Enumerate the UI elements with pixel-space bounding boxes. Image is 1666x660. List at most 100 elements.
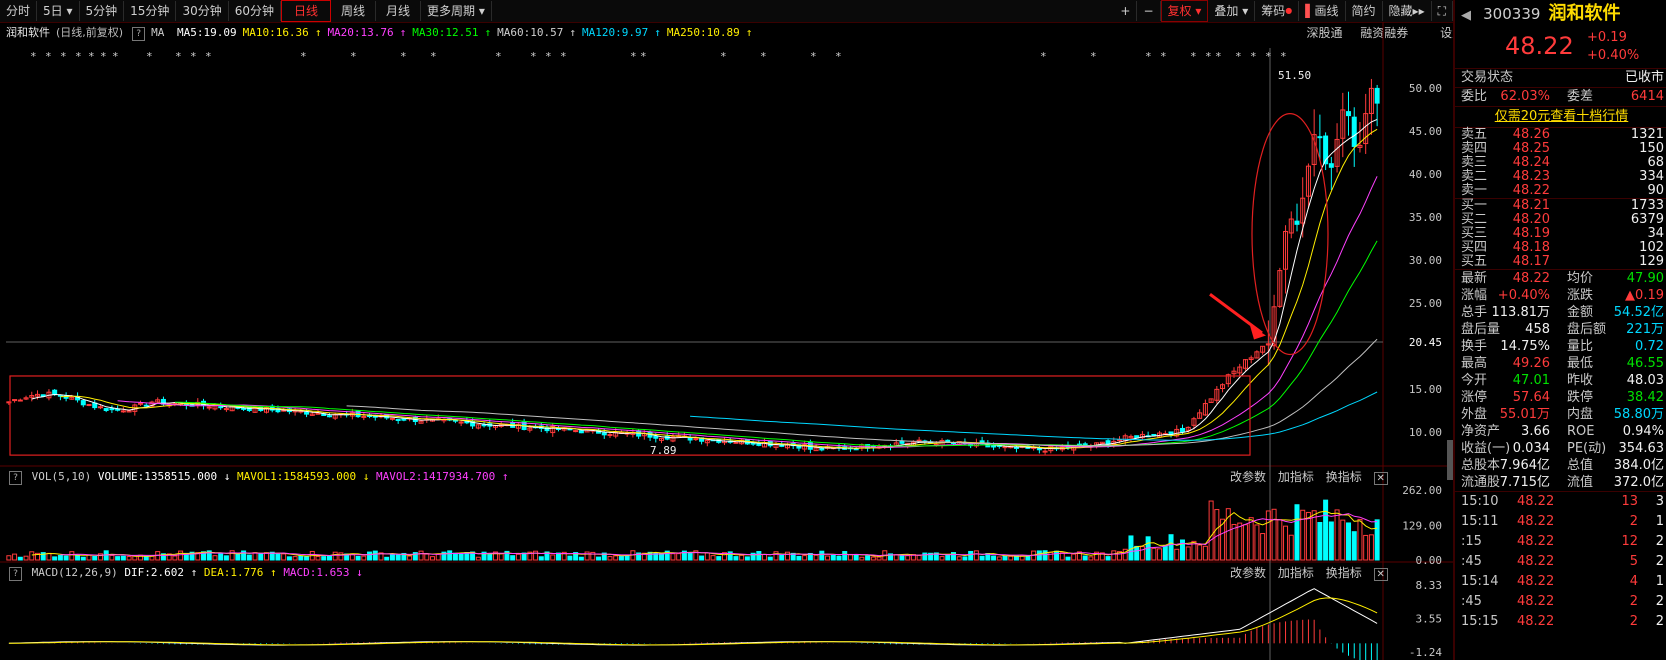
- panel-toggle-handle[interactable]: [1447, 440, 1453, 480]
- candle-body: [52, 389, 58, 395]
- event-marker: *: [205, 50, 212, 63]
- event-marker: *: [1190, 50, 1197, 63]
- volume-bar: [762, 553, 768, 561]
- ask-level-value: 48.22: [1512, 183, 1550, 198]
- volume-bar: [57, 555, 63, 561]
- macd-edit-params[interactable]: 改参数: [1230, 566, 1266, 580]
- event-marker: *: [60, 50, 67, 63]
- stat-row-label: 总股本: [1461, 458, 1501, 473]
- volume-bar: [355, 555, 361, 561]
- bid-book: 买一 48.21 1733 买二 48.20 6379 买三 48.19 34 买四 48.18 10…: [1455, 199, 1666, 269]
- volume-bar: [1340, 519, 1346, 561]
- current-price: 48.22: [1505, 32, 1574, 60]
- macd-add-indicator[interactable]: 加指标: [1278, 566, 1314, 580]
- stat-row-label: 最高: [1461, 356, 1488, 371]
- volume-bar: [281, 553, 287, 561]
- macd-links: 改参数 加指标 换指标 ✕: [1230, 565, 1388, 583]
- volume-bar: [372, 550, 378, 561]
- candle-body: [578, 430, 584, 434]
- quote-header: ◀ 300339 润和软件: [1455, 0, 1666, 28]
- volume-bar: [1048, 551, 1054, 561]
- help-icon[interactable]: ?: [9, 471, 22, 485]
- volume-bar: [258, 553, 264, 561]
- stat-row-label: 净资产: [1461, 424, 1501, 439]
- vol-add-indicator[interactable]: 加指标: [1278, 470, 1314, 484]
- tick-volume: 2: [1629, 594, 1638, 609]
- volume-bar: [1260, 533, 1266, 561]
- event-marker: *: [1205, 50, 1212, 63]
- volume-bar: [710, 555, 716, 561]
- tick-volume: 2: [1629, 514, 1638, 529]
- stat-row-value: 55.01万: [1499, 407, 1550, 422]
- stat-row-label2: 内盘: [1567, 407, 1594, 422]
- tick-row: :15 48.22 12 2: [1455, 532, 1666, 552]
- vol-edit-params[interactable]: 改参数: [1230, 470, 1266, 484]
- volume-axis-label: 0.00: [1416, 554, 1443, 567]
- macd-text: MACD:1.653: [283, 566, 350, 579]
- volume-bar: [899, 555, 905, 561]
- volume-bar: [515, 553, 521, 561]
- volume-bar: [1071, 553, 1077, 561]
- ask-level: 卖五 48.26 1321: [1455, 128, 1666, 142]
- tick-count: 3: [1655, 494, 1664, 509]
- volume-bar: [1357, 518, 1363, 561]
- order-ratio-value: 62.03%: [1500, 89, 1550, 104]
- price-axis-label: 20.45: [1409, 336, 1442, 349]
- stat-row: 总手 113.81万 金额 54.52亿: [1455, 304, 1666, 321]
- candle-body: [218, 406, 224, 409]
- volume-axis-label: 262.00: [1402, 484, 1442, 497]
- price-chart[interactable]: 262.00129.000.00 8.333.55-1.24 * * * * * * * * *…: [0, 0, 1453, 660]
- tick-volume: 4: [1629, 574, 1638, 589]
- stat-row-value: 113.81万: [1491, 305, 1551, 320]
- volume-bar: [332, 551, 338, 561]
- bid-level-label: 买五: [1461, 254, 1488, 269]
- volume-bar: [968, 550, 974, 561]
- volume-bar: [979, 555, 985, 561]
- bid-level: 买一 48.21 1733: [1455, 199, 1666, 213]
- vol-value-text: VOLUME:1358515.000: [97, 470, 218, 483]
- volume-bar: [447, 550, 453, 561]
- volume-bar: [12, 553, 18, 561]
- stock-name-large: 润和软件: [1548, 3, 1621, 24]
- stat-row-value2: 58.80万: [1613, 407, 1664, 422]
- close-icon[interactable]: ✕: [1373, 472, 1388, 485]
- candle-body: [138, 402, 144, 405]
- volume-bar: [17, 556, 23, 561]
- volume-bar: [945, 554, 951, 561]
- stat-row-label: 外盘: [1461, 407, 1488, 422]
- prev-stock-arrow-icon[interactable]: ◀: [1461, 8, 1471, 23]
- macd-axis-label: 3.55: [1416, 612, 1443, 625]
- close-icon[interactable]: ✕: [1373, 568, 1388, 581]
- macd-swap-indicator[interactable]: 换指标: [1326, 566, 1362, 580]
- event-marker: *: [560, 50, 567, 63]
- vol-swap-indicator[interactable]: 换指标: [1326, 470, 1362, 484]
- volume-bar: [487, 554, 493, 561]
- ask-level: 卖三 48.24 68: [1455, 156, 1666, 170]
- candle-body: [1036, 448, 1042, 451]
- event-marker: *: [112, 50, 119, 63]
- volume-bar: [338, 552, 344, 561]
- mavol2-line: [60, 513, 1378, 557]
- candle-body: [103, 408, 109, 411]
- volume-bar: [143, 556, 149, 561]
- event-marker: *: [1250, 50, 1257, 63]
- volume-bar: [578, 556, 584, 561]
- candle-body: [601, 432, 607, 436]
- stat-row-label: 盘后量: [1461, 322, 1501, 337]
- bid-level: 买四 48.18 102: [1455, 241, 1666, 255]
- tick-price: 48.22: [1517, 554, 1555, 569]
- volume-bar: [865, 555, 871, 561]
- volume-bar: [92, 555, 98, 561]
- ask-level-value: 48.25: [1512, 141, 1550, 156]
- promo-link[interactable]: 仅需20元查看十档行情: [1455, 107, 1666, 127]
- bid-level-label: 买三: [1461, 226, 1488, 241]
- candle-body: [1179, 427, 1185, 433]
- volume-bar: [538, 556, 544, 561]
- event-marker: *: [400, 50, 407, 63]
- candle-body: [653, 435, 659, 439]
- dea-value: DEA:1.776 ↑: [203, 566, 277, 579]
- ask-level-label: 卖二: [1461, 169, 1488, 184]
- help-icon[interactable]: ?: [9, 567, 22, 581]
- volume-bar: [1368, 534, 1374, 561]
- volume-bar: [120, 555, 126, 561]
